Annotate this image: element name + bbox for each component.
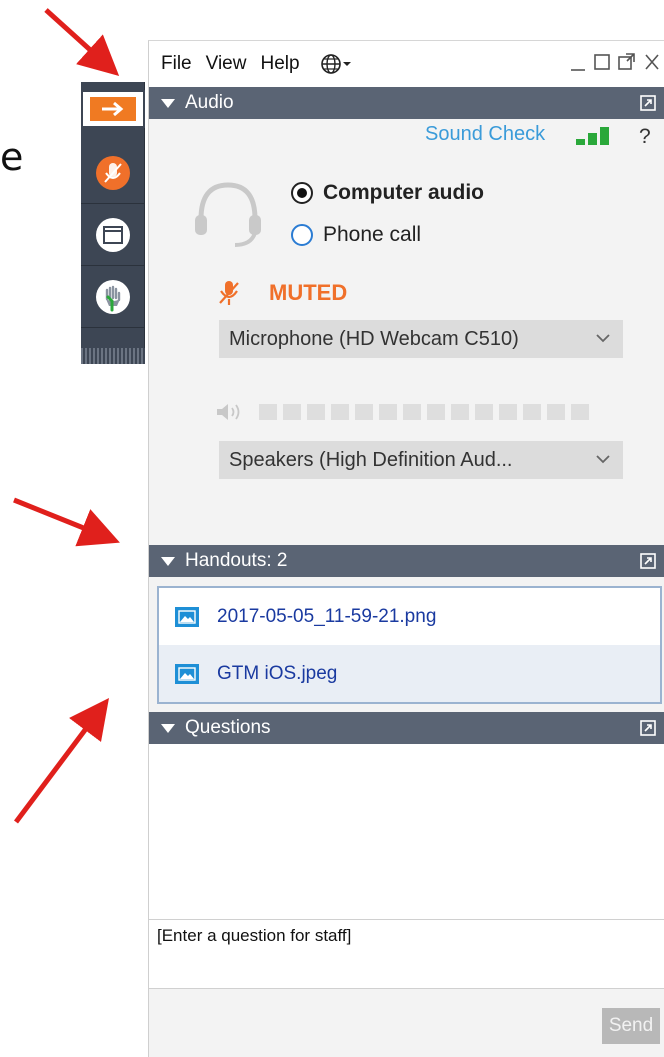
arrow-to-handouts: [13, 497, 120, 547]
rail-mic-button[interactable]: [81, 142, 145, 204]
collapse-triangle-icon[interactable]: [161, 556, 175, 566]
microphone-select-value: Microphone (HD Webcam C510): [229, 327, 519, 350]
handouts-list: 2017-05-05_11-59-21.png GTM iOS.jpeg: [157, 586, 662, 704]
phone-call-option[interactable]: Phone call: [291, 223, 421, 247]
questions-panel-header[interactable]: Questions: [149, 712, 664, 744]
level-bars: [259, 404, 589, 420]
handout-filename: GTM iOS.jpeg: [217, 662, 338, 684]
menu-file[interactable]: File: [161, 53, 192, 75]
question-input[interactable]: [Enter a question for staff]: [149, 919, 664, 989]
menu-view[interactable]: View: [206, 53, 247, 75]
phone-call-radio[interactable]: [291, 224, 313, 246]
panel-popout-icon[interactable]: [639, 719, 657, 737]
speakers-select-value: Speakers (High Definition Aud...: [229, 448, 513, 471]
headset-icon: [195, 182, 261, 247]
handouts-panel-header[interactable]: Handouts: 2: [149, 545, 664, 577]
microphone-muted-icon: [219, 281, 239, 305]
control-rail: [81, 82, 145, 364]
microphone-select[interactable]: Microphone (HD Webcam C510): [219, 320, 623, 358]
muted-label: MUTED: [269, 280, 348, 305]
microphone-muted-icon: [96, 155, 130, 190]
chevron-down-icon: [596, 334, 610, 343]
globe-icon: [320, 54, 341, 74]
speaker-volume-icon: [217, 404, 240, 420]
menu-bar: File View Help: [149, 41, 664, 87]
language-menu[interactable]: [320, 53, 352, 75]
handout-item[interactable]: GTM iOS.jpeg: [159, 645, 660, 702]
mute-status[interactable]: MUTED: [217, 279, 347, 307]
signal-strength-icon: [576, 127, 609, 145]
audio-panel-header[interactable]: Audio: [149, 87, 664, 119]
collapse-triangle-icon[interactable]: [161, 723, 175, 733]
rail-grip[interactable]: [81, 348, 145, 364]
window-controls: [569, 51, 661, 73]
rail-collapse-button[interactable]: [81, 90, 145, 128]
sound-check-link[interactable]: Sound Check: [425, 123, 545, 146]
audio-help-icon[interactable]: ?: [639, 125, 651, 149]
collapse-triangle-icon[interactable]: [161, 98, 175, 108]
collapse-arrow-icon: [90, 97, 136, 121]
rail-raise-hand-button[interactable]: [81, 266, 145, 328]
cropped-letter: e: [0, 135, 24, 179]
chevron-down-icon: [596, 455, 610, 464]
menu-help[interactable]: Help: [260, 53, 299, 75]
control-panel-window: File View Help Audio Sound Check ? Compu…: [148, 40, 664, 1057]
questions-header-label: Questions: [185, 717, 271, 738]
caret-down-icon: [342, 62, 351, 66]
screen-icon: [96, 217, 130, 252]
maximize-icon[interactable]: [593, 51, 611, 73]
arrow-to-questions: [14, 698, 109, 824]
computer-audio-label: Computer audio: [323, 181, 484, 204]
panel-popout-icon[interactable]: [639, 94, 657, 112]
phone-call-label: Phone call: [323, 223, 422, 246]
panel-popout-icon[interactable]: [639, 552, 657, 570]
questions-log: [149, 744, 664, 919]
minimize-icon[interactable]: [569, 51, 587, 73]
popout-icon[interactable]: [617, 51, 637, 73]
raise-hand-icon: [96, 279, 130, 314]
rail-screen-button[interactable]: [81, 204, 145, 266]
computer-audio-option[interactable]: Computer audio: [291, 181, 484, 205]
handouts-header-label: Handouts: 2: [185, 550, 288, 571]
computer-audio-radio[interactable]: [291, 182, 313, 204]
send-button[interactable]: Send: [602, 1008, 660, 1044]
handout-item[interactable]: 2017-05-05_11-59-21.png: [159, 588, 660, 645]
image-file-icon: [175, 606, 199, 627]
speakers-select[interactable]: Speakers (High Definition Aud...: [219, 441, 623, 479]
handout-filename: 2017-05-05_11-59-21.png: [217, 605, 437, 627]
audio-header-label: Audio: [185, 92, 234, 113]
image-file-icon: [175, 663, 199, 684]
speaker-level-meter: [215, 401, 589, 423]
close-icon[interactable]: [643, 51, 661, 73]
arrow-to-rail: [44, 8, 120, 77]
